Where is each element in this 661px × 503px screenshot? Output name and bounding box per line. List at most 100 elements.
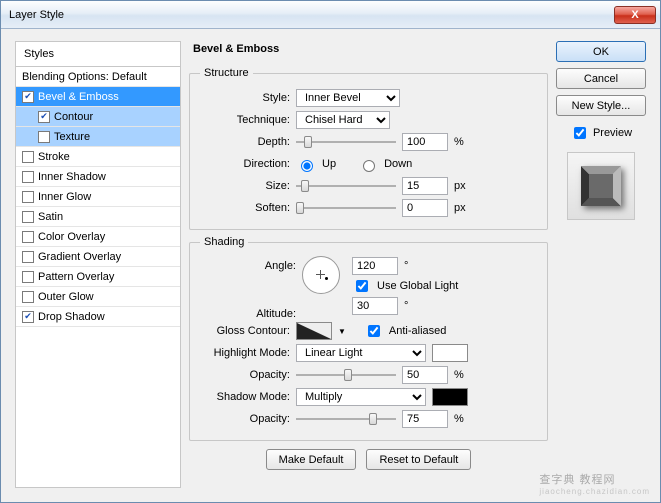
- style-row-label: Bevel & Emboss: [38, 91, 119, 103]
- soften-unit: px: [454, 202, 472, 214]
- direction-up-radio[interactable]: [301, 160, 313, 172]
- structure-group: Structure Style: Inner Bevel Technique: …: [189, 67, 548, 230]
- style-row-color-overlay[interactable]: Color Overlay: [16, 227, 180, 247]
- style-checkbox[interactable]: [38, 131, 50, 143]
- style-row-label: Outer Glow: [38, 291, 94, 303]
- style-checkbox[interactable]: ✔: [22, 91, 34, 103]
- style-checkbox[interactable]: ✔: [22, 311, 34, 323]
- depth-input[interactable]: [402, 133, 448, 151]
- size-input[interactable]: [402, 177, 448, 195]
- style-row-bevel-emboss[interactable]: ✔ Bevel & Emboss: [16, 87, 180, 107]
- style-row-label: Gradient Overlay: [38, 251, 121, 263]
- preview-swatch: [567, 152, 635, 220]
- soften-slider[interactable]: [296, 201, 396, 215]
- dialog-buttons: OK Cancel New Style... Preview: [556, 41, 646, 488]
- direction-label: Direction:: [200, 158, 290, 170]
- style-row-gradient-overlay[interactable]: Gradient Overlay: [16, 247, 180, 267]
- gloss-contour-label: Gloss Contour:: [200, 325, 290, 337]
- style-row-stroke[interactable]: Stroke: [16, 147, 180, 167]
- chevron-down-icon[interactable]: ▼: [338, 327, 346, 336]
- antialiased-checkbox[interactable]: [368, 325, 380, 337]
- global-light-label: Use Global Light: [377, 280, 458, 292]
- close-button[interactable]: X: [614, 6, 656, 24]
- antialiased-label: Anti-aliased: [389, 325, 446, 337]
- style-checkbox[interactable]: [22, 191, 34, 203]
- shadow-opacity-input[interactable]: [402, 410, 448, 428]
- highlight-mode-select[interactable]: Linear Light: [296, 344, 426, 362]
- direction-down-label: Down: [384, 158, 412, 170]
- global-light-checkbox[interactable]: [356, 280, 368, 292]
- preview-label: Preview: [593, 127, 632, 139]
- ok-button[interactable]: OK: [556, 41, 646, 62]
- style-checkbox[interactable]: [22, 291, 34, 303]
- style-row-label: Texture: [54, 131, 90, 143]
- style-checkbox[interactable]: [22, 231, 34, 243]
- size-slider[interactable]: [296, 179, 396, 193]
- shading-group: Shading Angle: Altitude:: [189, 236, 548, 441]
- style-row-label: Drop Shadow: [38, 311, 105, 323]
- style-row-texture[interactable]: Texture: [16, 127, 180, 147]
- style-checkbox[interactable]: [22, 151, 34, 163]
- shadow-opacity-slider[interactable]: [296, 412, 396, 426]
- preview-bevel-icon: [581, 166, 621, 206]
- preview-checkbox[interactable]: [574, 127, 586, 139]
- style-row-outer-glow[interactable]: Outer Glow: [16, 287, 180, 307]
- gloss-contour-swatch[interactable]: [296, 322, 332, 340]
- angle-unit: °: [404, 260, 408, 272]
- shading-legend: Shading: [200, 236, 248, 248]
- direction-up-label: Up: [322, 158, 336, 170]
- style-row-label: Inner Glow: [38, 191, 91, 203]
- shadow-mode-select[interactable]: Multiply: [296, 388, 426, 406]
- style-checkbox[interactable]: [22, 271, 34, 283]
- style-select[interactable]: Inner Bevel: [296, 89, 400, 107]
- styles-panel: Styles Blending Options: Default ✔ Bevel …: [15, 41, 181, 488]
- technique-label: Technique:: [200, 114, 290, 126]
- shadow-opacity-label: Opacity:: [200, 413, 290, 425]
- style-row-inner-glow[interactable]: Inner Glow: [16, 187, 180, 207]
- new-style-button[interactable]: New Style...: [556, 95, 646, 116]
- window-title: Layer Style: [9, 9, 614, 21]
- close-icon: X: [631, 9, 638, 21]
- shadow-color-swatch[interactable]: [432, 388, 468, 406]
- highlight-color-swatch[interactable]: [432, 344, 468, 362]
- style-row-inner-shadow[interactable]: Inner Shadow: [16, 167, 180, 187]
- style-row-satin[interactable]: Satin: [16, 207, 180, 227]
- style-checkbox[interactable]: [22, 251, 34, 263]
- blending-options-label: Blending Options: Default: [22, 71, 147, 83]
- layer-style-dialog: Layer Style X Styles Blending Options: D…: [0, 0, 661, 503]
- panel-title: Bevel & Emboss: [189, 41, 548, 61]
- depth-slider[interactable]: [296, 135, 396, 149]
- make-default-button[interactable]: Make Default: [266, 449, 357, 470]
- soften-label: Soften:: [200, 202, 290, 214]
- angle-dial[interactable]: [302, 256, 340, 294]
- highlight-mode-label: Highlight Mode:: [200, 347, 290, 359]
- style-row-pattern-overlay[interactable]: Pattern Overlay: [16, 267, 180, 287]
- effect-options: Bevel & Emboss Structure Style: Inner Be…: [189, 41, 548, 488]
- style-row-label: Contour: [54, 111, 93, 123]
- reset-default-button[interactable]: Reset to Default: [366, 449, 471, 470]
- structure-legend: Structure: [200, 67, 253, 79]
- style-row-label: Satin: [38, 211, 63, 223]
- styles-header[interactable]: Styles: [16, 42, 180, 67]
- angle-input[interactable]: [352, 257, 398, 275]
- style-checkbox[interactable]: ✔: [38, 111, 50, 123]
- direction-down-radio[interactable]: [363, 160, 375, 172]
- style-label: Style:: [200, 92, 290, 104]
- technique-select[interactable]: Chisel Hard: [296, 111, 390, 129]
- cancel-button[interactable]: Cancel: [556, 68, 646, 89]
- style-row-label: Stroke: [38, 151, 70, 163]
- style-row-contour[interactable]: ✔ Contour: [16, 107, 180, 127]
- styles-list: ✔ Bevel & Emboss ✔ Contour Texture Stroke Inne…: [16, 87, 180, 327]
- soften-input[interactable]: [402, 199, 448, 217]
- style-row-label: Inner Shadow: [38, 171, 106, 183]
- altitude-unit: °: [404, 300, 408, 312]
- style-checkbox[interactable]: [22, 211, 34, 223]
- style-row-drop-shadow[interactable]: ✔ Drop Shadow: [16, 307, 180, 327]
- titlebar[interactable]: Layer Style X: [1, 1, 660, 29]
- blending-options-row[interactable]: Blending Options: Default: [16, 67, 180, 87]
- shadow-mode-label: Shadow Mode:: [200, 391, 290, 403]
- altitude-input[interactable]: [352, 297, 398, 315]
- highlight-opacity-input[interactable]: [402, 366, 448, 384]
- highlight-opacity-slider[interactable]: [296, 368, 396, 382]
- style-checkbox[interactable]: [22, 171, 34, 183]
